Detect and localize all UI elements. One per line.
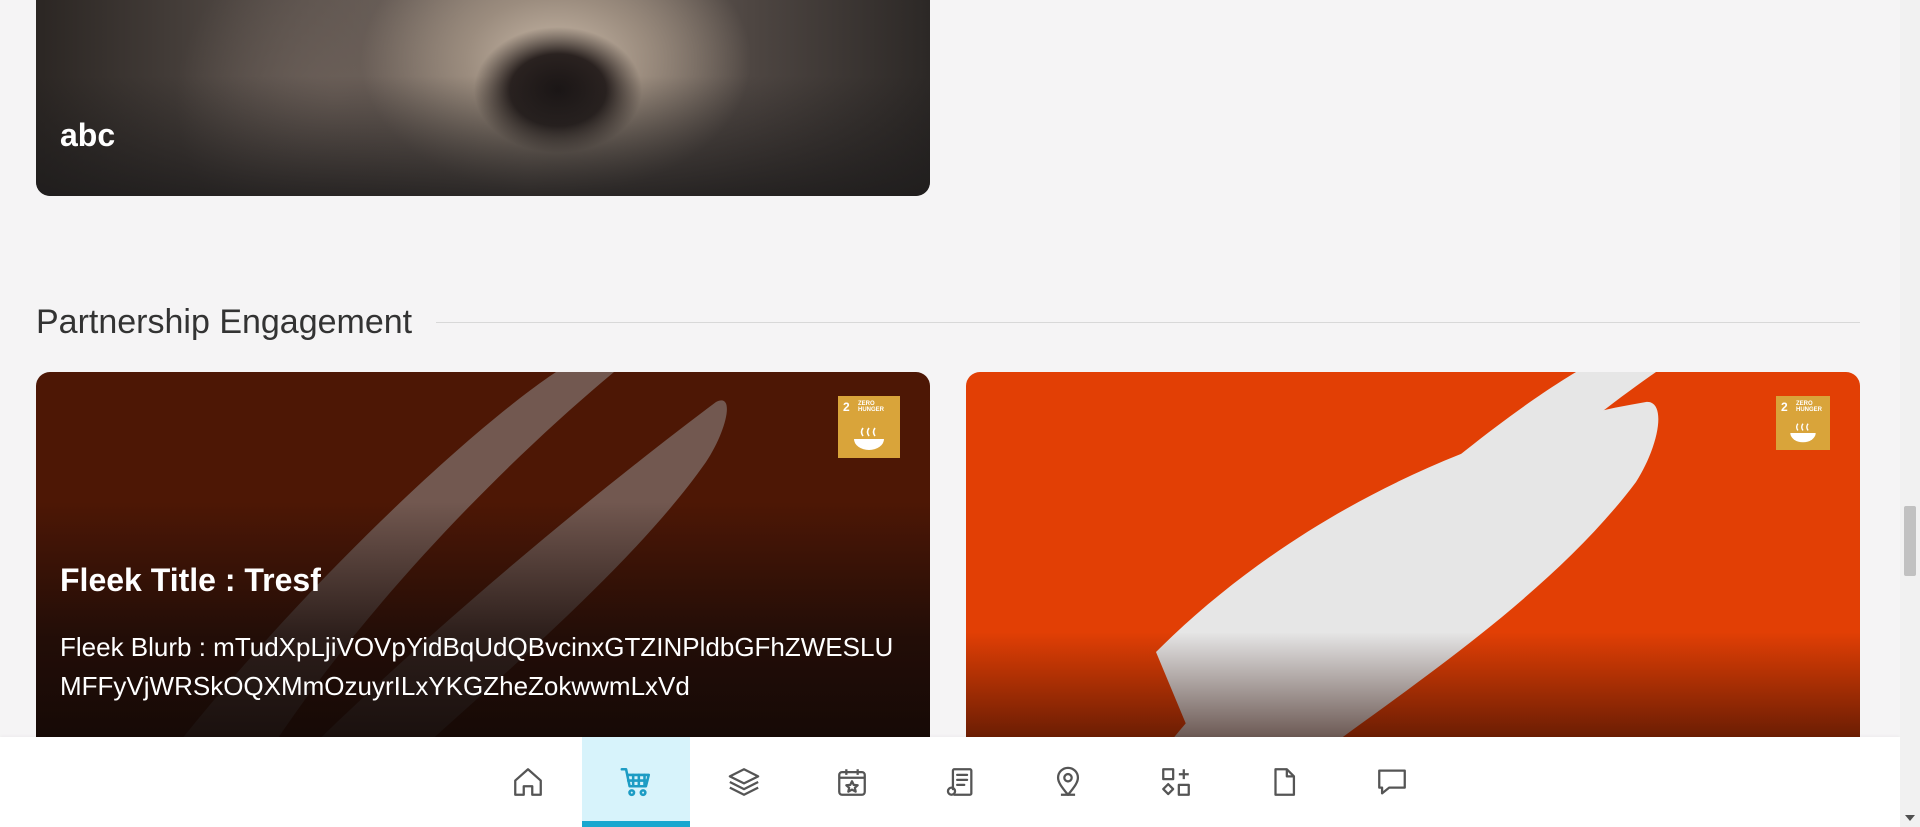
scroll-down-arrow-icon[interactable] xyxy=(1905,815,1915,821)
calendar-star-icon xyxy=(838,769,866,796)
bowl-icon xyxy=(854,427,884,450)
file-icon xyxy=(1274,768,1296,796)
card-overlay xyxy=(36,76,930,196)
chat-icon xyxy=(1378,769,1406,795)
cart-icon xyxy=(620,767,651,797)
document-list-icon xyxy=(946,768,973,796)
section-divider xyxy=(436,321,1860,323)
nav-chat[interactable] xyxy=(1338,737,1446,827)
page-scrollbar[interactable] xyxy=(1900,0,1920,827)
sdg-zero-hunger-badge: 2 ZERO HUNGER xyxy=(838,396,900,458)
nav-apps[interactable] xyxy=(1122,737,1230,827)
nav-layers[interactable] xyxy=(690,737,798,827)
nav-home[interactable] xyxy=(474,737,582,827)
nav-cart[interactable] xyxy=(582,737,690,827)
featured-card-title: abc xyxy=(60,117,116,153)
bottom-navigation xyxy=(0,737,1900,827)
location-pin-icon xyxy=(1056,766,1080,796)
fleek-title: Fleek Title : Tresf xyxy=(60,562,321,598)
fleek-blurb: Fleek Blurb : mTudXpLjiVOVpYidBqUdQBvcin… xyxy=(60,632,894,701)
nav-events[interactable] xyxy=(798,737,906,827)
nav-documents[interactable] xyxy=(906,737,1014,827)
section-header: Partnership Engagement xyxy=(36,300,1860,344)
nav-files[interactable] xyxy=(1230,737,1338,827)
featured-card[interactable]: abc xyxy=(36,0,930,196)
apps-add-icon xyxy=(1162,768,1190,796)
sdg-zero-hunger-badge: 2 ZERO HUNGER xyxy=(1776,396,1830,450)
scrollbar-thumb[interactable] xyxy=(1904,506,1916,576)
layers-icon xyxy=(728,768,760,796)
home-icon xyxy=(514,768,542,796)
fleek-card[interactable]: 2 ZERO HUNGER Fleek Title : Tresf Fleek … xyxy=(36,372,930,772)
section-title: Partnership Engagement xyxy=(36,302,413,341)
fleek-card[interactable]: 2 ZERO HUNGER xyxy=(966,372,1860,772)
bowl-icon xyxy=(1790,423,1816,443)
nav-location[interactable] xyxy=(1014,737,1122,827)
